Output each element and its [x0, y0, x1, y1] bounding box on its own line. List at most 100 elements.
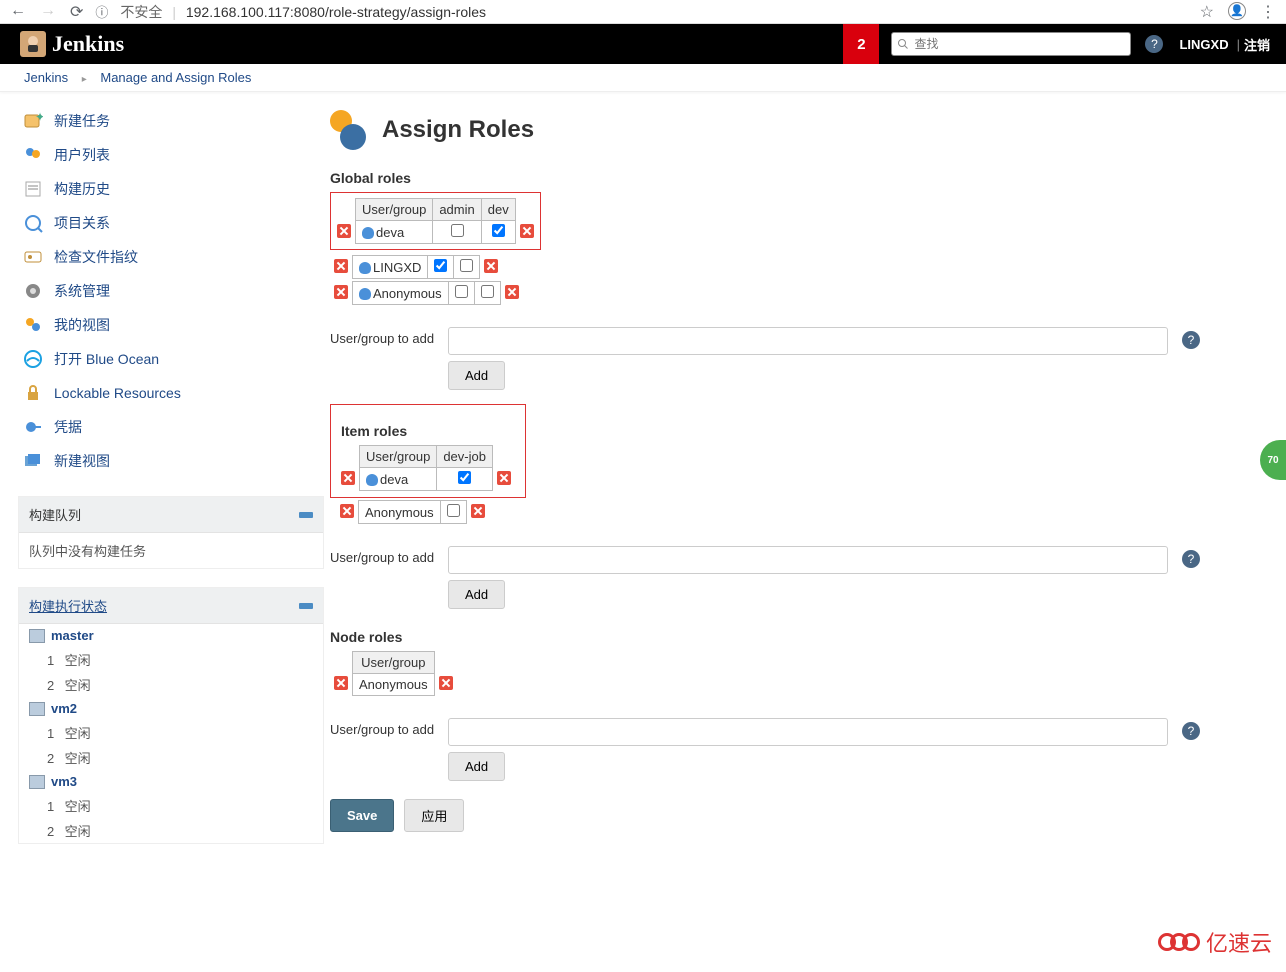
- node-link[interactable]: vm2: [51, 701, 77, 716]
- sidebar-task-label[interactable]: 凭据: [54, 417, 82, 437]
- sidebar-task-fingerprint[interactable]: 检查文件指纹: [18, 240, 324, 274]
- jenkins-header: Jenkins 2 ? LINGXD | 注销: [0, 24, 1286, 64]
- build-queue-pane: 构建队列 队列中没有构建任务: [18, 496, 324, 569]
- role-checkbox[interactable]: [492, 224, 505, 237]
- global-add-button[interactable]: Add: [448, 361, 505, 390]
- role-checkbox[interactable]: [481, 285, 494, 298]
- sidebar-task-label[interactable]: 检查文件指纹: [54, 247, 138, 267]
- delete-icon[interactable]: [439, 676, 453, 690]
- jenkins-logo-icon: [20, 31, 46, 57]
- role-checkbox[interactable]: [455, 285, 468, 298]
- sidebar-task-lock[interactable]: Lockable Resources: [18, 376, 324, 410]
- role-checkbox[interactable]: [460, 259, 473, 272]
- url-bar[interactable]: 不安全 | 192.168.100.117:8080/role-strategy…: [120, 2, 486, 22]
- role-table: LINGXD: [330, 255, 502, 279]
- executor-node: vm2: [19, 697, 323, 720]
- build-queue-title: 构建队列: [29, 505, 81, 524]
- back-icon[interactable]: ←: [10, 2, 26, 22]
- item-add-button[interactable]: Add: [448, 580, 505, 609]
- delete-icon[interactable]: [334, 259, 348, 273]
- save-button[interactable]: Save: [330, 799, 394, 832]
- delete-icon[interactable]: [334, 285, 348, 299]
- delete-icon[interactable]: [505, 285, 519, 299]
- role-checkbox[interactable]: [451, 224, 464, 237]
- executor-slot: 2 空闲: [19, 818, 323, 843]
- table-row: Anonymous: [330, 282, 523, 305]
- sidebar: ✦新建任务用户列表构建历史项目关系检查文件指纹系统管理我的视图打开 Blue O…: [0, 92, 330, 862]
- node-link[interactable]: vm3: [51, 774, 77, 789]
- delete-icon[interactable]: [337, 224, 351, 238]
- sidebar-task-history[interactable]: 构建历史: [18, 172, 324, 206]
- node-add-button[interactable]: Add: [448, 752, 505, 781]
- notification-badge[interactable]: 2: [843, 24, 879, 64]
- reload-icon[interactable]: ⟳: [70, 2, 83, 22]
- role-checkbox[interactable]: [434, 259, 447, 272]
- user-link[interactable]: LINGXD: [1179, 37, 1228, 52]
- apply-button[interactable]: 应用: [404, 799, 464, 832]
- help-icon[interactable]: ?: [1182, 550, 1200, 568]
- sidebar-task-label[interactable]: 打开 Blue Ocean: [54, 349, 159, 369]
- sidebar-task-label[interactable]: 构建历史: [54, 179, 110, 199]
- sidebar-task-blue-ocean[interactable]: 打开 Blue Ocean: [18, 342, 324, 376]
- history-icon: [22, 178, 44, 200]
- help-icon[interactable]: ?: [1182, 722, 1200, 740]
- role-checkbox[interactable]: [458, 471, 471, 484]
- user-icon: [366, 474, 378, 486]
- delete-icon[interactable]: [340, 504, 354, 518]
- sidebar-task-manage[interactable]: 系统管理: [18, 274, 324, 308]
- col-user: User/group: [356, 199, 433, 221]
- sidebar-task-label[interactable]: 新建任务: [54, 111, 110, 131]
- executor-slot: 2 空闲: [19, 745, 323, 770]
- node-add-input[interactable]: [448, 718, 1168, 746]
- star-icon[interactable]: ☆: [1200, 2, 1214, 22]
- delete-icon[interactable]: [484, 259, 498, 273]
- logout-link[interactable]: 注销: [1244, 35, 1270, 54]
- menu-icon[interactable]: ⋮: [1260, 2, 1276, 22]
- item-add-input[interactable]: [448, 546, 1168, 574]
- info-icon[interactable]: ⓘ: [95, 2, 108, 21]
- credentials-icon: [22, 416, 44, 438]
- sidebar-task-label[interactable]: 新建视图: [54, 451, 110, 471]
- chevron-icon: ▸: [82, 74, 87, 85]
- role-checkbox[interactable]: [447, 504, 460, 517]
- executor-slot: 2 空闲: [19, 672, 323, 697]
- blue-ocean-icon: [22, 348, 44, 370]
- sidebar-task-new-view[interactable]: 新建视图: [18, 444, 324, 478]
- collapse-icon[interactable]: [299, 603, 313, 609]
- delete-icon[interactable]: [520, 224, 534, 238]
- manage-icon: [22, 280, 44, 302]
- sidebar-task-users[interactable]: 用户列表: [18, 138, 324, 172]
- relations-icon: [22, 212, 44, 234]
- collapse-icon[interactable]: [299, 512, 313, 518]
- sidebar-task-credentials[interactable]: 凭据: [18, 410, 324, 444]
- forward-icon[interactable]: →: [40, 2, 56, 22]
- breadcrumb-manage-roles[interactable]: Manage and Assign Roles: [100, 70, 251, 85]
- executor-title[interactable]: 构建执行状态: [29, 596, 107, 615]
- sidebar-task-label[interactable]: 用户列表: [54, 145, 110, 165]
- delete-icon[interactable]: [471, 504, 485, 518]
- executor-slot: 1 空闲: [19, 793, 323, 818]
- sidebar-task-my-views[interactable]: 我的视图: [18, 308, 324, 342]
- sidebar-task-label[interactable]: 我的视图: [54, 315, 110, 335]
- node-link[interactable]: master: [51, 628, 94, 643]
- global-add-input[interactable]: [448, 327, 1168, 355]
- sidebar-task-relations[interactable]: 项目关系: [18, 206, 324, 240]
- delete-icon[interactable]: [497, 471, 511, 485]
- item-roles-title: Item roles: [341, 423, 515, 439]
- search-input[interactable]: [891, 32, 1131, 56]
- sidebar-task-label[interactable]: 系统管理: [54, 281, 110, 301]
- watermark: 亿速云: [1158, 926, 1272, 958]
- help-icon[interactable]: ?: [1145, 35, 1163, 53]
- sidebar-task-label[interactable]: 项目关系: [54, 213, 110, 233]
- account-icon[interactable]: 👤: [1228, 2, 1246, 20]
- delete-icon[interactable]: [341, 471, 355, 485]
- help-icon[interactable]: ?: [1182, 331, 1200, 349]
- delete-icon[interactable]: [334, 676, 348, 690]
- breadcrumb-jenkins[interactable]: Jenkins: [24, 70, 68, 85]
- assign-roles-icon: [330, 110, 370, 150]
- sidebar-task-label[interactable]: Lockable Resources: [54, 385, 181, 401]
- sidebar-task-new-item[interactable]: ✦新建任务: [18, 104, 324, 138]
- computer-icon: [29, 702, 45, 716]
- jenkins-logo[interactable]: Jenkins: [20, 31, 124, 57]
- global-add-label: User/group to add: [330, 327, 440, 346]
